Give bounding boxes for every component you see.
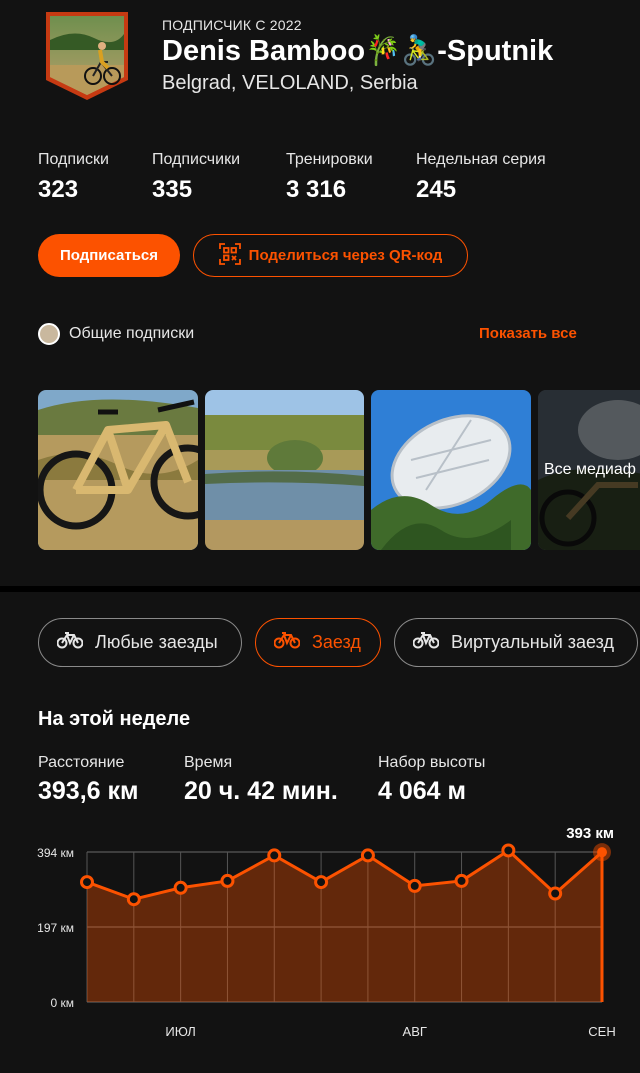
y-tick-label: 394 км xyxy=(37,846,74,860)
data-point xyxy=(126,892,141,907)
section-divider xyxy=(0,586,640,592)
athlete-name: Denis Bamboo🎋🚴‍♂️-Sputnik xyxy=(162,35,554,67)
subscriber-since: ПОДПИСЧИК С 2022 xyxy=(162,17,302,33)
data-point xyxy=(454,873,469,888)
media-photo-pond[interactable] xyxy=(205,390,364,550)
this-week-title: На этой неделе xyxy=(38,708,191,730)
following-label[interactable]: Подписки xyxy=(38,151,109,169)
bike-icon xyxy=(412,631,440,654)
filter-all-rides-label: Любые заезды xyxy=(95,632,218,652)
activities-label[interactable]: Тренировки xyxy=(286,151,373,169)
mutual-following-label[interactable]: Общие подписки xyxy=(69,325,194,343)
following-count[interactable]: 323 xyxy=(38,176,78,204)
bike-icon xyxy=(56,631,84,654)
media-photo-radio-telescope[interactable] xyxy=(371,390,531,550)
share-qr-button[interactable]: Поделиться через QR-код xyxy=(193,234,468,277)
elevation-label: Набор высоты xyxy=(378,754,486,771)
follow-button[interactable]: Подписаться xyxy=(38,234,180,277)
followers-count[interactable]: 335 xyxy=(152,176,192,204)
current-value-label: 393 км xyxy=(566,825,614,842)
weekly-streak-label[interactable]: Недельная серия xyxy=(416,151,546,169)
distance-label: Расстояние xyxy=(38,754,125,771)
elevation-value: 4 064 м xyxy=(378,777,467,805)
filter-all-rides[interactable]: Любые заезды xyxy=(38,618,242,667)
filter-virtual-ride[interactable]: Виртуальный заезд xyxy=(394,618,638,667)
data-point xyxy=(173,880,188,895)
data-point xyxy=(314,875,329,890)
filter-ride[interactable]: Заезд xyxy=(255,618,381,667)
time-value: 20 ч. 42 мин. xyxy=(184,777,338,805)
bike-icon xyxy=(273,631,301,654)
y-tick-label: 197 км xyxy=(37,921,74,935)
filter-ride-label: Заезд xyxy=(312,632,361,652)
data-point xyxy=(80,875,94,890)
data-point xyxy=(597,847,607,858)
all-media-label: Все медиаф xyxy=(544,461,636,478)
activities-count[interactable]: 3 316 xyxy=(286,176,346,204)
follow-button-label: Подписаться xyxy=(59,247,159,264)
data-point xyxy=(267,848,282,863)
data-point xyxy=(407,878,422,893)
athlete-location: Belgrad, VELOLAND, Serbia xyxy=(162,72,418,94)
x-tick-label: АВГ xyxy=(403,1024,427,1039)
data-point xyxy=(548,886,563,901)
data-point xyxy=(220,873,235,888)
weekly-distance-chart[interactable]: 394 км 197 км 0 км 393 км ИЮЛ АВГ СЕН xyxy=(0,815,640,1045)
x-tick-label: ИЮЛ xyxy=(165,1024,195,1039)
followers-label[interactable]: Подписчики xyxy=(152,151,240,169)
show-all-link[interactable]: Показать все xyxy=(479,325,577,342)
distance-value: 393,6 км xyxy=(38,777,139,805)
profile-avatar[interactable] xyxy=(44,10,130,102)
x-tick-label: СЕН xyxy=(588,1024,615,1039)
data-point xyxy=(501,843,516,858)
qr-code-icon xyxy=(218,242,241,269)
media-photo-bike[interactable] xyxy=(38,390,198,550)
share-qr-label: Поделиться через QR-код xyxy=(248,247,443,264)
series-area xyxy=(87,850,602,1002)
mutual-avatar-icon xyxy=(38,323,60,345)
filter-virtual-ride-label: Виртуальный заезд xyxy=(451,632,614,652)
data-point xyxy=(360,848,375,863)
weekly-streak-count[interactable]: 245 xyxy=(416,176,456,204)
y-tick-label: 0 км xyxy=(50,996,74,1010)
time-label: Время xyxy=(184,754,233,771)
